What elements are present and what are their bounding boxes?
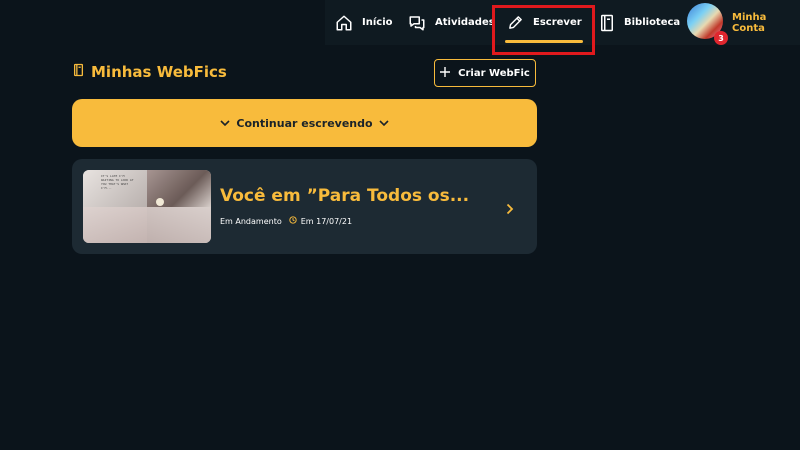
nav-item-biblioteca[interactable]: Biblioteca xyxy=(599,0,680,45)
chevron-down-icon xyxy=(378,117,389,130)
continue-writing-label: Continuar escrevendo xyxy=(236,116,373,130)
story-cover-image: IT'S LATE I'M WAITING TO LOOK AT YOU THA… xyxy=(83,170,211,243)
page-title-text: Minhas WebFics xyxy=(91,63,227,81)
plus-icon xyxy=(440,66,451,80)
home-icon xyxy=(335,14,353,32)
story-date: Em 17/07/21 xyxy=(300,216,353,226)
book-icon xyxy=(73,63,84,81)
account-link[interactable]: Minha Conta xyxy=(732,0,800,45)
continue-writing-button[interactable]: Continuar escrevendo xyxy=(72,99,537,147)
create-webfic-button[interactable]: Criar WebFic xyxy=(434,59,536,87)
notification-badge: 3 xyxy=(714,31,728,45)
page-title: Minhas WebFics xyxy=(73,62,227,82)
nav-label-biblioteca: Biblioteca xyxy=(624,17,681,28)
story-card[interactable]: IT'S LATE I'M WAITING TO LOOK AT YOU THA… xyxy=(72,159,537,254)
book-icon xyxy=(599,14,615,32)
chevron-right-icon[interactable] xyxy=(506,200,514,219)
nav-label-atividades: Atividades xyxy=(435,17,495,28)
nav-item-inicio[interactable]: Início xyxy=(335,0,393,45)
create-webfic-label: Criar WebFic xyxy=(458,67,530,79)
nav-item-atividades[interactable]: Atividades xyxy=(408,0,495,45)
story-status: Em Andamento xyxy=(220,216,282,226)
clock-icon xyxy=(289,216,297,226)
chat-bubbles-icon xyxy=(408,14,426,32)
story-title: Você em ”Para Todos os... xyxy=(220,186,470,206)
story-meta: Em Andamento Em 17/07/21 xyxy=(220,216,352,226)
nav-label-inicio: Início xyxy=(362,17,393,28)
highlight-annotation-box xyxy=(492,5,595,55)
chevron-down-icon xyxy=(220,117,230,130)
